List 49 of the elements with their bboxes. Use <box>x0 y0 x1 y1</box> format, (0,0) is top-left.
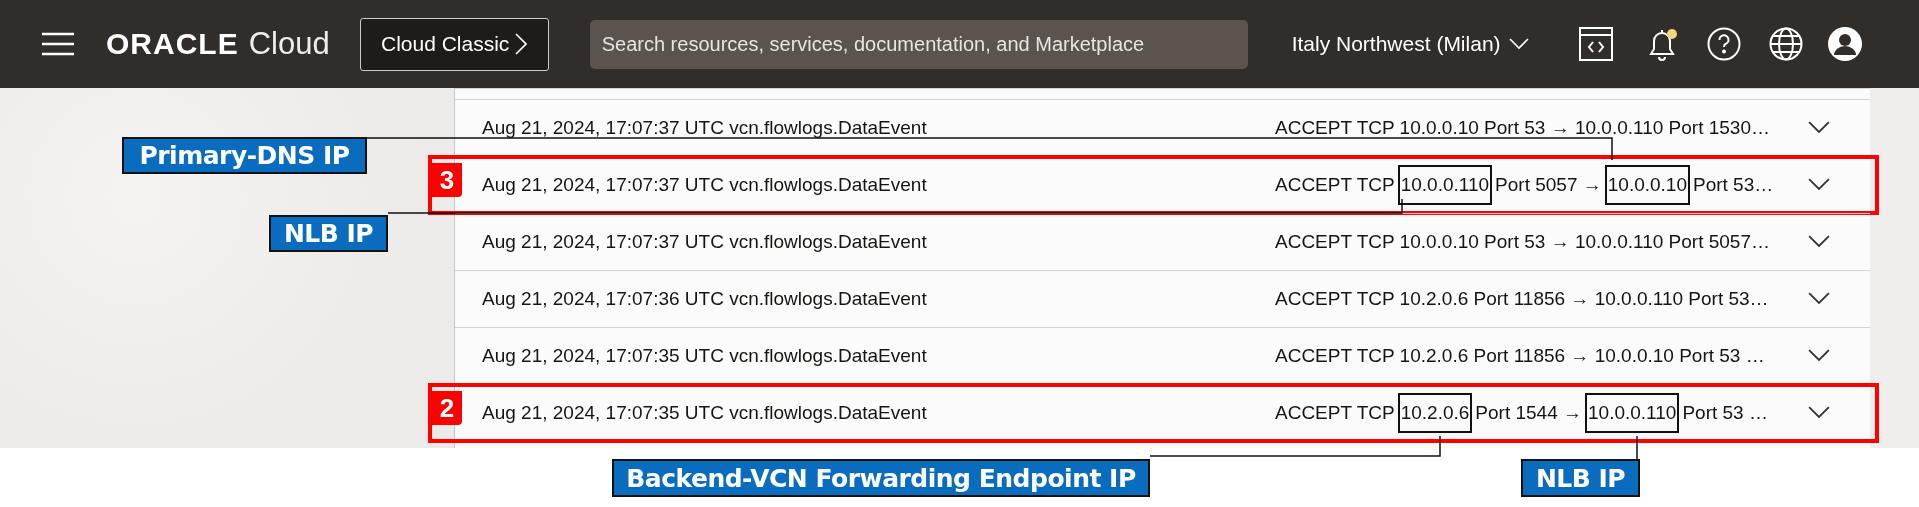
boxed-ip-text: 10.0.0.110 <box>1585 393 1680 433</box>
logo-brand: ORACLE <box>106 27 239 61</box>
log-message-text: ACCEPT TCP 10.2.0.6 Port 11856 → 10.0.0.10 Port 53 … <box>1275 345 1765 367</box>
event-text: Aug 21, 2024, 17:07:37 UTC vcn.flowlogs.DataEvent <box>482 231 928 253</box>
cloud-classic-button[interactable]: Cloud Classic <box>359 17 549 71</box>
event-text: Aug 21, 2024, 17:07:35 UTC vcn.flowlogs.DataEvent <box>482 402 928 424</box>
log-message-text: ACCEPT TCP <box>1275 174 1395 196</box>
step-number-badge: 2 <box>432 391 462 425</box>
help-icon[interactable] <box>1706 27 1741 61</box>
globe-icon[interactable] <box>1768 27 1803 61</box>
event-text: Aug 21, 2024, 17:07:36 UTC vcn.flowlogs.DataEvent <box>482 288 928 310</box>
user-avatar-icon[interactable] <box>1827 27 1862 61</box>
chevron-right-icon <box>515 33 528 55</box>
chevron-down-icon <box>1808 349 1830 363</box>
log-row[interactable]: Aug 21, 2024, 17:07:37 UTC vcn.flowlogs.DataEvent ACCEPT TCP 10.0.0.10 Port 53 → 10.0.0.110 Port 1530… <box>455 99 1870 156</box>
log-row[interactable]: Aug 21, 2024, 17:07:37 UTC vcn.flowlogs.DataEvent ACCEPT TCP 10.0.0.10 Port 53 → 10.0.0.110 Port 5057… <box>455 213 1870 270</box>
step-number-badge: 3 <box>432 163 462 197</box>
callout-label: NLB IP <box>269 215 388 252</box>
log-row[interactable]: Aug 21, 2024, 17:07:36 UTC vcn.flowlogs.DataEvent ACCEPT TCP 10.2.0.6 Port 11856 → 10.0.0.110 Port 53… <box>455 270 1870 327</box>
log-message-text: ACCEPT TCP <box>1275 402 1395 424</box>
leader-line <box>1636 435 1638 460</box>
boxed-ip-text: 10.2.0.6 <box>1397 393 1473 433</box>
log-message-text: ACCEPT TCP 10.0.0.10 Port 53 → 10.0.0.110 Port 5057… <box>1275 231 1770 253</box>
event-text: Aug 21, 2024, 17:07:37 UTC vcn.flowlogs.DataEvent <box>482 174 928 196</box>
log-row[interactable]: Aug 21, 2024, 17:07:35 UTC vcn.flowlogs.DataEvent ACCEPT TCP 10.2.0.6 Port 11856 → 10.0.0.10 Port 53 … <box>455 327 1870 384</box>
code-editor-icon[interactable] <box>1578 27 1613 61</box>
boxed-ip-text: 10.0.0.110 <box>1397 165 1493 205</box>
callout-label: Backend-VCN Forwarding Endpoint IP <box>612 459 1150 497</box>
boxed-ip-text: 10.0.0.10 <box>1604 165 1690 205</box>
chevron-down-icon <box>1808 235 1830 249</box>
chevron-down-icon <box>1808 121 1830 135</box>
callout-label: NLB IP <box>1521 459 1640 497</box>
chevron-down-icon <box>1508 38 1529 50</box>
chevron-down-icon <box>1808 178 1830 192</box>
region-selector[interactable]: Italy Northwest (Milan) <box>1291 32 1529 56</box>
chevron-down-icon <box>1808 292 1830 306</box>
log-message-text: Port 1544 → <box>1475 402 1582 424</box>
event-text: Aug 21, 2024, 17:07:35 UTC vcn.flowlogs.DataEvent <box>482 345 928 367</box>
event-text: Aug 21, 2024, 17:07:37 UTC vcn.flowlogs.DataEvent <box>482 117 928 139</box>
callout-label: Primary-DNS IP <box>122 137 367 174</box>
logo-product: Cloud <box>248 26 330 62</box>
search-field[interactable]: Search resources, services, documentation, and Marketplace <box>589 19 1248 69</box>
log-message-text: Port 53… <box>1693 174 1774 196</box>
menu-icon[interactable] <box>42 32 74 56</box>
log-message-text: Port 5057 → <box>1495 174 1602 196</box>
chevron-down-icon <box>1808 406 1830 420</box>
log-message-text: Port 53 … <box>1682 402 1768 424</box>
log-message-text: ACCEPT TCP 10.0.0.10 Port 53 → 10.0.0.110 Port 1530… <box>1275 117 1770 139</box>
log-message-text: ACCEPT TCP 10.2.0.6 Port 11856 → 10.0.0.110 Port 53… <box>1275 288 1769 310</box>
